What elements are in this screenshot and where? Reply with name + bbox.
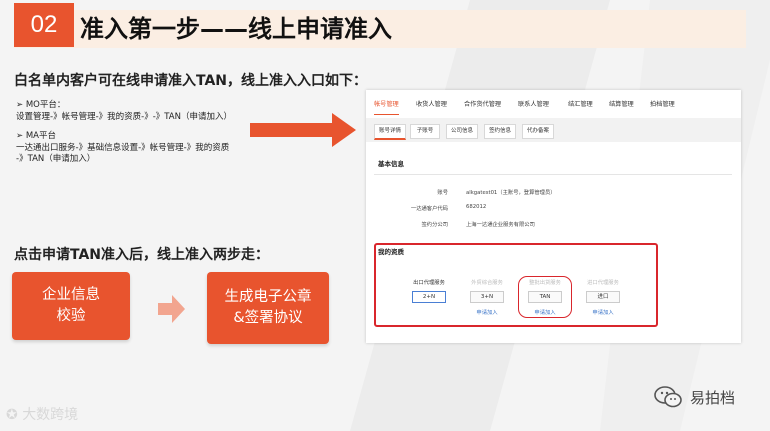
nav-consignee[interactable]: 收货人管理 [416, 99, 447, 108]
mo-label: ➢ MO平台： [16, 100, 66, 110]
ma-path-line2: -》TAN（申请加入） [16, 154, 96, 164]
steps-heading: 点击申请TAN准入后，线上准入两步走： [14, 247, 270, 263]
apply-link[interactable]: 申请加入 [459, 308, 515, 316]
service-code-button[interactable]: 进口 [586, 291, 620, 303]
tab-contract-info[interactable]: 签约信息 [484, 124, 516, 139]
page-title: 准入第一步——线上申请准入 [80, 15, 392, 43]
field-value-customer-code: 682012 [466, 204, 487, 210]
nav-partner[interactable]: 拍档管理 [650, 99, 675, 108]
field-value-branch: 上海一达通企业服务有限公司 [466, 222, 535, 228]
right-arrow-icon [250, 113, 356, 147]
step-arrow-icon [158, 295, 185, 323]
service-code-button[interactable]: 3+N [470, 291, 504, 303]
tab-filing[interactable]: 代办备案 [522, 124, 554, 139]
watermark: ✪ 大数跨境 [6, 404, 78, 424]
step2-line2: &签署协议 [233, 310, 303, 326]
brand-name: 易拍档 [690, 388, 736, 407]
service-export-agent: 出口代理服务 2+N [401, 278, 457, 303]
step-seal-agreement: 生成电子公章 &签署协议 [207, 272, 329, 344]
wechat-icon [654, 386, 682, 408]
ma-label: ➢ MA平台 [16, 131, 56, 141]
service-name: 出口代理服务 [413, 280, 445, 286]
top-nav: 帐号管理 收货人管理 合作货代管理 联系人管理 结汇管理 结算管理 拍档管理 [366, 90, 741, 119]
field-value-account: alkgatest01（主账号，登算管理员） [466, 190, 556, 196]
step2-line1: 生成电子公章 [224, 289, 312, 305]
watermark-icon: ✪ [6, 407, 23, 423]
divider [374, 174, 732, 175]
account-screenshot: 帐号管理 收货人管理 合作货代管理 联系人管理 结汇管理 结算管理 拍档管理 账… [366, 90, 741, 343]
sub-tabs: 账号详情 子账号 公司信息 签约信息 代办备案 [366, 118, 741, 142]
brand-logo: 易拍档 [654, 385, 735, 409]
step1-line1: 企业信息 [42, 287, 100, 303]
service-name: 外贸综合服务 [471, 280, 503, 286]
service-code-button[interactable]: 2+N [412, 291, 446, 303]
tab-company-info[interactable]: 公司信息 [446, 124, 478, 139]
field-label-customer-code: 一达通客户代码 [410, 206, 448, 212]
apply-link[interactable]: 申请加入 [575, 308, 631, 316]
ma-path-line1: 一达通出口服务-》基础信息设置-》帐号管理-》我的资质 [16, 143, 230, 153]
nav-contacts[interactable]: 联系人管理 [518, 99, 549, 108]
step-company-verify: 企业信息 校验 [12, 272, 130, 340]
tan-highlight-ring [518, 276, 572, 318]
service-name: 进口代理服务 [587, 280, 619, 286]
qualification-title: 我的资质 [378, 248, 404, 256]
field-label-branch: 签约分公司 [421, 222, 449, 228]
mo-path: 设置管理-》帐号管理-》我的资质-》-》TAN（申请加入） [16, 112, 232, 122]
intro-heading: 白名单内客户可在线申请准入TAN，线上准入入口如下： [14, 73, 368, 89]
nav-settlement-fx[interactable]: 结汇管理 [568, 99, 593, 108]
service-import: 进口代理服务 进口 申请加入 [575, 278, 631, 316]
step1-line2: 校验 [56, 308, 86, 324]
field-label-account: 账号 [437, 190, 448, 196]
section-number: 02 [14, 3, 74, 47]
nav-forwarder[interactable]: 合作货代管理 [464, 99, 501, 108]
watermark-text: 大数跨境 [22, 407, 79, 423]
nav-settlement[interactable]: 结算管理 [609, 99, 634, 108]
service-trade: 外贸综合服务 3+N 申请加入 [459, 278, 515, 316]
nav-account[interactable]: 帐号管理 [374, 99, 399, 115]
tab-account-detail[interactable]: 账号详情 [374, 124, 406, 140]
tab-sub-account[interactable]: 子账号 [410, 124, 440, 139]
basic-info-title: 基本信息 [378, 160, 404, 168]
